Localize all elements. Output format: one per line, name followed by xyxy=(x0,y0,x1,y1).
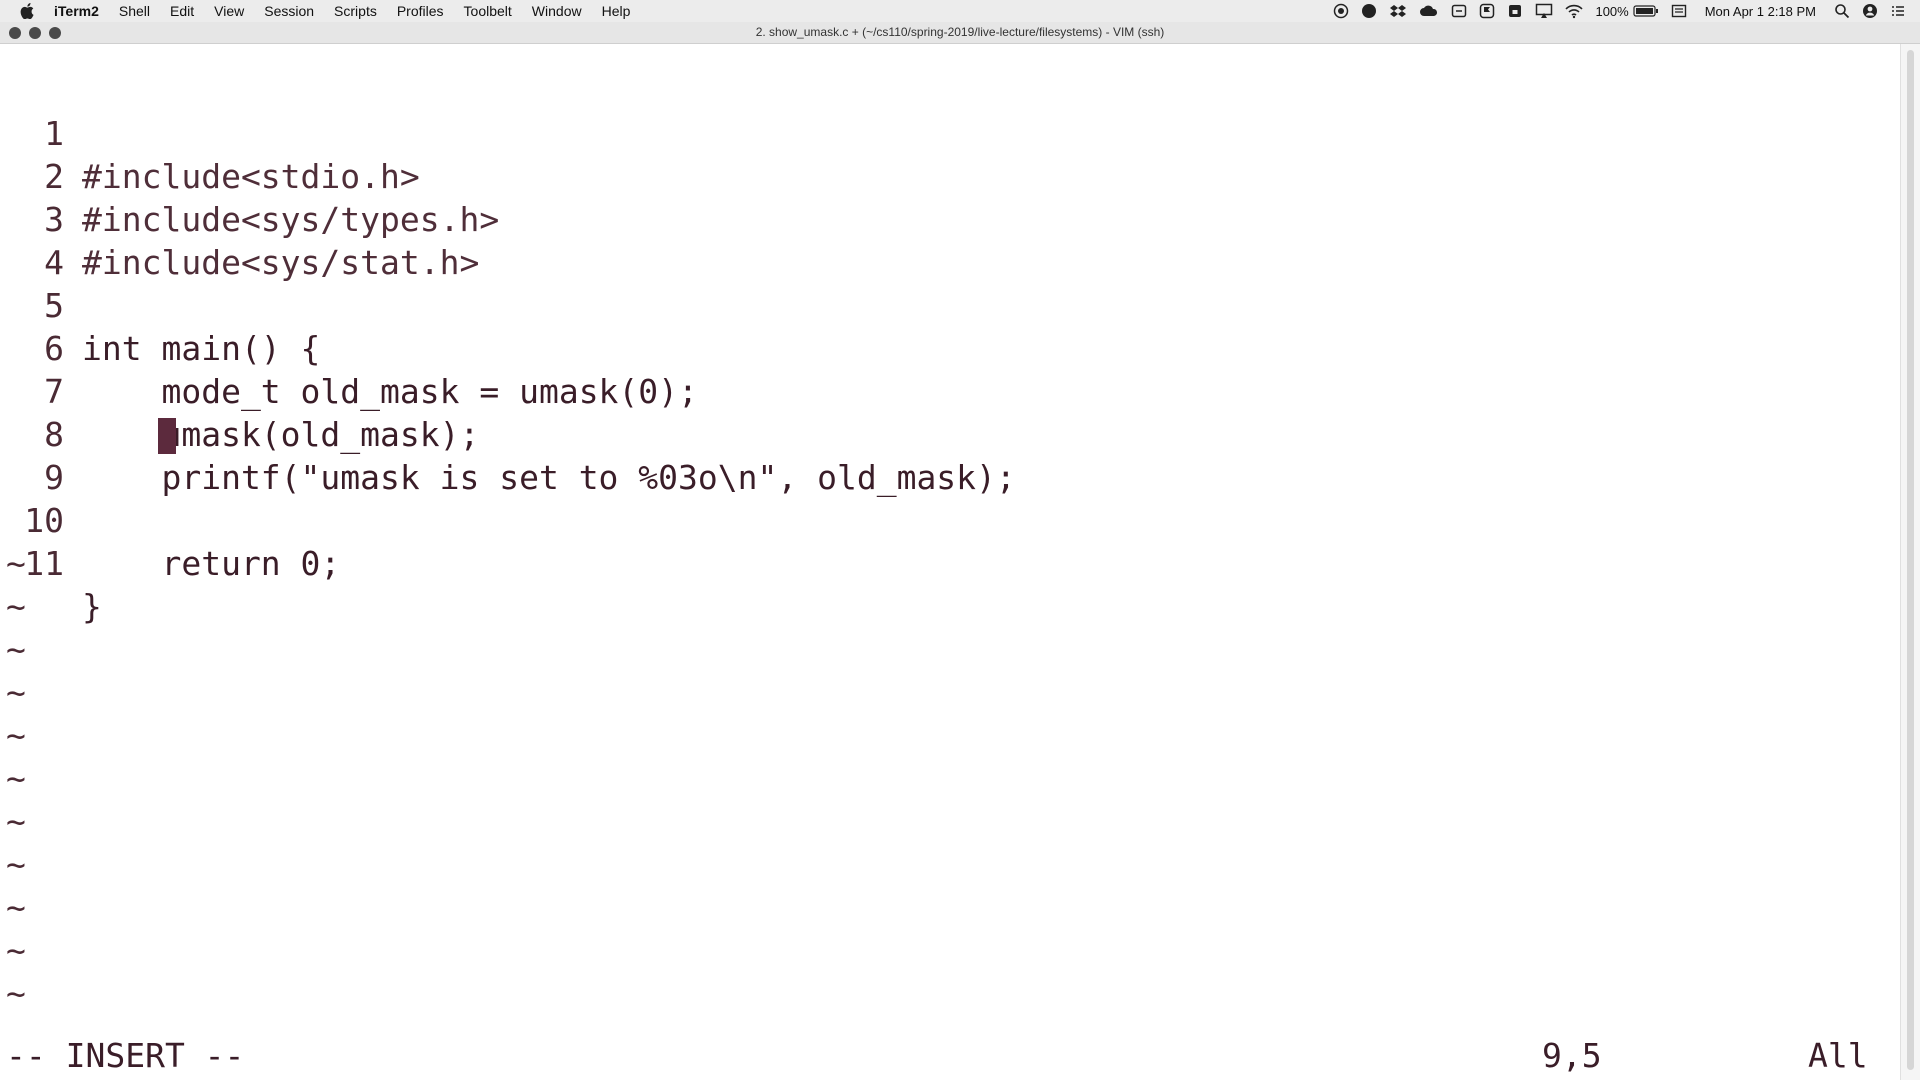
line-text: printf("umask is set to %03o\n", old_mas… xyxy=(82,458,1016,497)
list-icon[interactable] xyxy=(1890,3,1906,19)
code-line: 3 #include<sys/stat.h> xyxy=(0,155,479,282)
text-cursor xyxy=(158,418,176,454)
record-icon[interactable] xyxy=(1333,3,1349,19)
line-text: #include<sys/types.h> xyxy=(82,200,500,239)
battery-percentage: 100% xyxy=(1595,3,1629,19)
line-text: mode_t old_mask = umask(0); xyxy=(82,372,698,411)
cloud-icon[interactable] xyxy=(1419,3,1439,19)
empty-line-tilde: ~ xyxy=(6,759,26,798)
battery-icon[interactable] xyxy=(1633,4,1659,18)
menu-item-edit[interactable]: Edit xyxy=(170,3,194,19)
code-line: 8 printf("umask is set to %03o\n", old_m… xyxy=(0,370,1016,497)
wifi-icon[interactable] xyxy=(1565,3,1584,19)
vertical-scrollbar[interactable] xyxy=(1900,44,1920,1080)
empty-line-tilde: ~ xyxy=(6,587,26,626)
menu-item-window[interactable]: Window xyxy=(532,3,582,19)
code-line: 4 xyxy=(0,198,79,282)
vim-editor[interactable]: 1 #include<stdio.h> 2 #include<sys/types… xyxy=(0,44,1900,1080)
menu-item-toolbelt[interactable]: Toolbelt xyxy=(464,3,512,19)
code-line: 9 xyxy=(0,413,176,497)
code-line: 6 mode_t old_mask = umask(0); xyxy=(0,284,698,411)
scroll-indicator: All xyxy=(1808,1036,1868,1075)
flag-icon[interactable] xyxy=(1479,3,1495,19)
code-line: 5 int main() { xyxy=(0,241,320,368)
code-line: 10 return 0; xyxy=(0,456,340,583)
line-text: } xyxy=(82,587,102,626)
line-text: #include<stdio.h> xyxy=(82,157,420,196)
empty-line-tilde: ~ xyxy=(6,931,26,970)
window-title-bar: 2. show_umask.c + (~/cs110/spring-2019/l… xyxy=(0,22,1920,44)
line-text: return 0; xyxy=(82,544,341,583)
airplay-icon[interactable] xyxy=(1535,3,1553,19)
empty-line-tilde: ~ xyxy=(6,888,26,927)
mode-indicator: -- INSERT -- xyxy=(6,1036,245,1075)
line-text: umask(old_mask); xyxy=(82,415,480,454)
menu-item-scripts[interactable]: Scripts xyxy=(334,3,377,19)
code-line: 1 #include<stdio.h> xyxy=(0,69,420,196)
code-line: 2 #include<sys/types.h> xyxy=(0,112,499,239)
menu-item-session[interactable]: Session xyxy=(264,3,314,19)
dropbox-icon[interactable] xyxy=(1389,3,1407,19)
empty-line-tilde: ~ xyxy=(6,544,26,583)
menu-item-app[interactable]: iTerm2 xyxy=(54,3,99,19)
empty-line-tilde: ~ xyxy=(6,673,26,712)
input-icon[interactable] xyxy=(1671,3,1687,19)
menu-item-view[interactable]: View xyxy=(214,3,244,19)
menu-item-profiles[interactable]: Profiles xyxy=(397,3,444,19)
cursor-position: 9,5 xyxy=(1542,1036,1602,1075)
circle-icon[interactable] xyxy=(1361,3,1377,19)
search-icon[interactable] xyxy=(1834,3,1850,19)
empty-line-tilde: ~ xyxy=(6,974,26,1013)
line-text: int main() { xyxy=(82,329,321,368)
window-title: 2. show_umask.c + (~/cs110/spring-2019/l… xyxy=(755,25,1165,39)
empty-line-tilde: ~ xyxy=(6,716,26,755)
user-icon[interactable] xyxy=(1862,3,1878,19)
menu-bar: iTerm2 Shell Edit View Session Scripts P… xyxy=(0,0,1920,22)
code-line: 11 } xyxy=(0,499,102,626)
scrollbar-thumb[interactable] xyxy=(1907,50,1914,1070)
line-text: #include<sys/stat.h> xyxy=(82,243,480,282)
empty-line-tilde: ~ xyxy=(6,802,26,841)
clock[interactable]: Mon Apr 1 2:18 PM xyxy=(1705,4,1816,19)
empty-line-tilde: ~ xyxy=(6,630,26,669)
empty-line-tilde: ~ xyxy=(6,845,26,884)
lock-icon[interactable] xyxy=(1507,3,1523,19)
code-line: 7 umask(old_mask); xyxy=(0,327,479,454)
menu-item-help[interactable]: Help xyxy=(602,3,631,19)
box-icon[interactable] xyxy=(1451,3,1467,19)
menu-item-shell[interactable]: Shell xyxy=(119,3,150,19)
apple-icon[interactable] xyxy=(20,3,36,19)
